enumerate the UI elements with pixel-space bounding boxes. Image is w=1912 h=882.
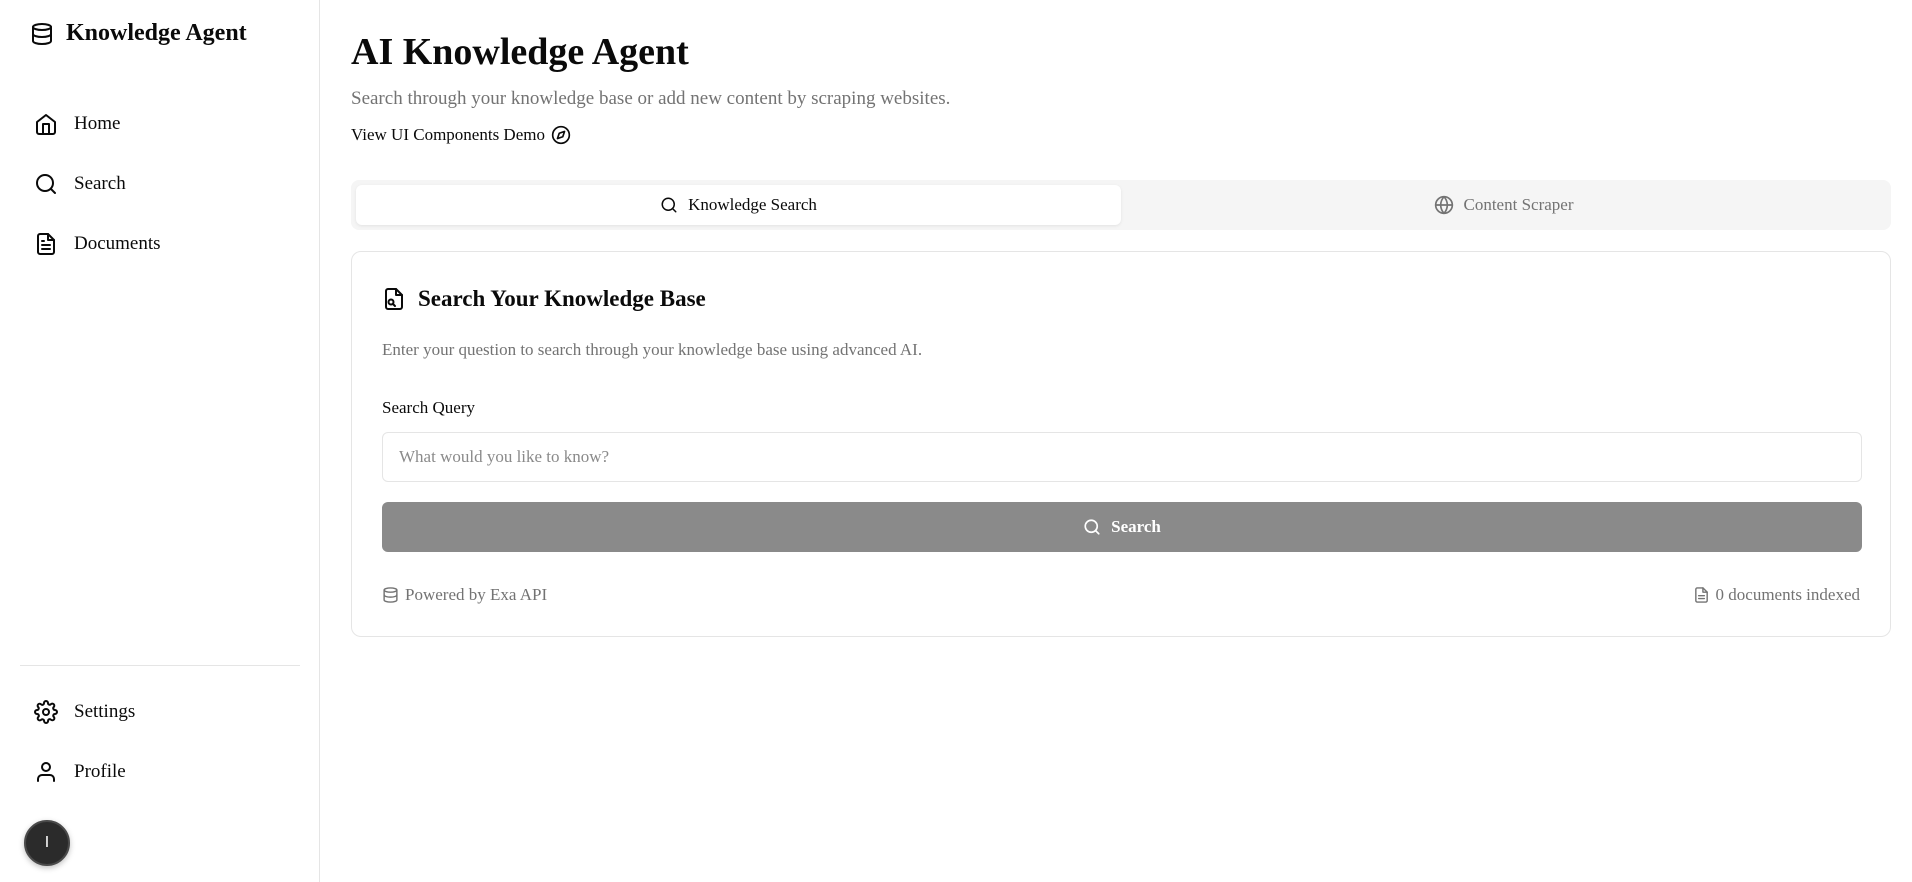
document-icon	[1693, 586, 1710, 604]
user-icon	[34, 760, 58, 784]
sidebar-item-settings[interactable]: Settings	[20, 686, 300, 738]
demo-link-label: View UI Components Demo	[351, 125, 545, 144]
tab-content-scraper[interactable]: Content Scraper	[1121, 185, 1886, 225]
avatar[interactable]: I	[24, 820, 70, 866]
tab-label: Knowledge Search	[688, 195, 817, 214]
search-icon	[1083, 518, 1101, 536]
search-input[interactable]	[382, 432, 1862, 482]
documents-indexed-text: 0 documents indexed	[1715, 585, 1860, 604]
sidebar-item-label: Settings	[74, 701, 136, 722]
page-subtitle: Search through your knowledge base or ad…	[351, 88, 951, 109]
sidebar: Knowledge Agent Home Search Documents Se…	[0, 0, 320, 882]
search-icon	[660, 196, 678, 214]
sidebar-nav: Home Search Documents	[20, 98, 300, 278]
search-icon	[34, 172, 58, 196]
gear-icon	[34, 700, 58, 724]
search-query-label: Search Query	[382, 398, 475, 417]
document-icon	[34, 232, 58, 256]
sidebar-item-label: Home	[74, 113, 121, 134]
powered-by: Powered by Exa API	[382, 585, 547, 605]
card-description: Enter your question to search through yo…	[382, 340, 923, 359]
database-icon	[30, 21, 54, 47]
tab-list: Knowledge Search Content Scraper	[351, 180, 1891, 230]
sidebar-item-label: Profile	[74, 761, 126, 782]
card-title: Search Your Knowledge Base	[382, 286, 706, 312]
sidebar-item-search[interactable]: Search	[20, 158, 300, 210]
tab-knowledge-search[interactable]: Knowledge Search	[356, 185, 1121, 225]
ui-demo-link[interactable]: View UI Components Demo	[351, 125, 571, 145]
sidebar-item-profile[interactable]: Profile	[20, 746, 300, 798]
sidebar-item-label: Search	[74, 173, 126, 194]
sidebar-divider	[20, 665, 300, 666]
sidebar-item-documents[interactable]: Documents	[20, 218, 300, 270]
search-card: Search Your Knowledge Base Enter your qu…	[351, 251, 1891, 637]
sidebar-bottom-nav: Settings Profile	[20, 686, 300, 806]
search-button-label: Search	[1111, 517, 1161, 536]
page-title: AI Knowledge Agent	[351, 31, 689, 73]
sidebar-item-label: Documents	[74, 233, 161, 254]
home-icon	[34, 112, 58, 136]
powered-by-text: Powered by Exa API	[405, 585, 548, 604]
documents-indexed: 0 documents indexed	[1693, 585, 1860, 605]
globe-icon	[1434, 195, 1454, 215]
database-icon	[382, 586, 399, 604]
search-button[interactable]: Search	[382, 502, 1862, 552]
brand-title: Knowledge Agent	[66, 20, 247, 46]
file-search-icon	[382, 287, 406, 311]
compass-icon	[551, 125, 571, 145]
card-title-text: Search Your Knowledge Base	[418, 286, 706, 311]
brand[interactable]: Knowledge Agent	[30, 20, 247, 47]
tab-label: Content Scraper	[1463, 195, 1574, 214]
sidebar-item-home[interactable]: Home	[20, 98, 300, 150]
